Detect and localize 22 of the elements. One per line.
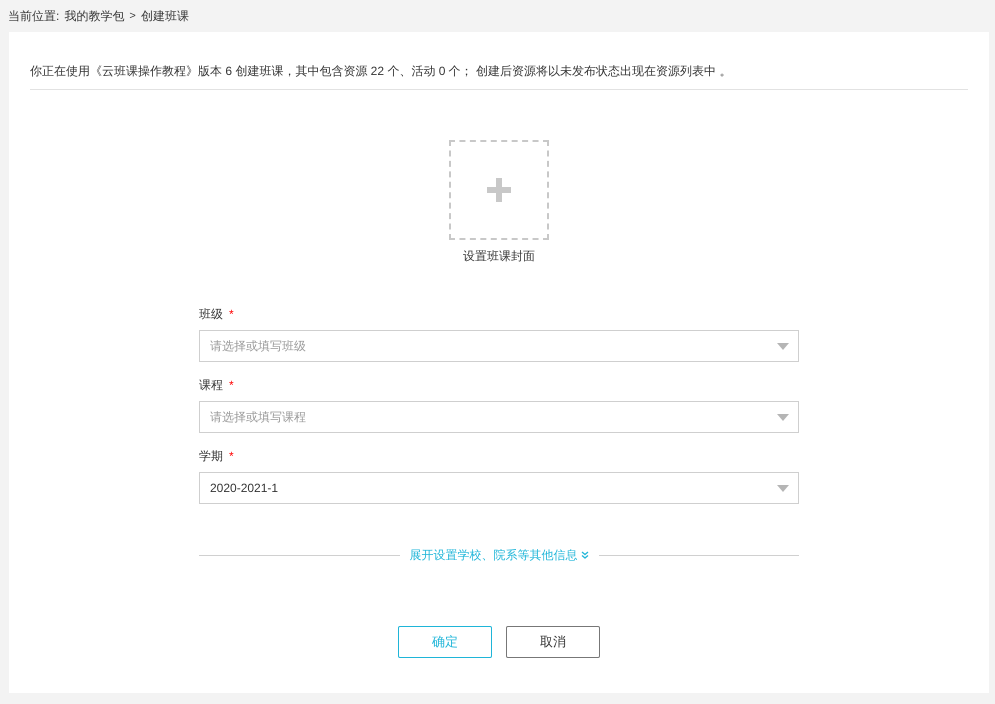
plus-icon <box>487 178 511 202</box>
cover-upload-box[interactable] <box>449 140 549 240</box>
select-field[interactable]: 2020-2021-1 <box>199 472 799 504</box>
field-label: 学期 <box>199 448 223 465</box>
required-mark: * <box>229 379 234 391</box>
select-field[interactable]: 请选择或填写课程 <box>199 401 799 433</box>
breadcrumb-separator: > <box>129 8 136 24</box>
caret-down-icon <box>777 343 789 350</box>
field-label: 课程 <box>199 377 223 394</box>
double-chevron-down-icon <box>580 551 588 559</box>
breadcrumb-item: 创建班课 <box>140 8 189 25</box>
caret-down-icon <box>777 414 789 421</box>
breadcrumb-label: 当前位置: <box>8 8 60 25</box>
breadcrumb-item[interactable]: 我的教学包 <box>64 7 124 25</box>
caret-down-icon <box>777 485 789 492</box>
required-mark: * <box>229 450 234 462</box>
select-field[interactable]: 请选择或填写班级 <box>199 330 799 362</box>
cancel-button[interactable]: 取消 <box>506 626 600 658</box>
cover-label: 设置班课封面 <box>463 248 535 265</box>
notice-text: 你正在使用《云班课操作教程》版本 6 创建班课，其中包含资源 22 个、活动 0 个； 创建后资源将以未发布状态出现在资源列表中 。 <box>30 63 732 80</box>
field-label: 班级 <box>199 306 223 323</box>
required-mark: * <box>229 308 234 320</box>
